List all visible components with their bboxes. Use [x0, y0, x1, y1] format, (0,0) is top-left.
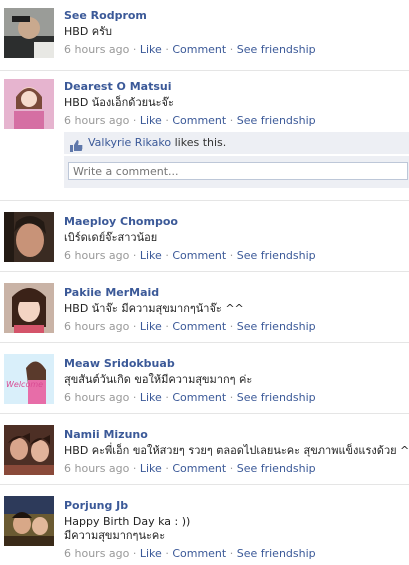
separator-dot: ·	[132, 547, 137, 560]
like-link[interactable]: Like	[140, 249, 162, 262]
see-friendship-link[interactable]: See friendship	[237, 43, 316, 56]
comment-link[interactable]: Comment	[172, 249, 226, 262]
post-author-name[interactable]: Namii Mizuno	[64, 428, 148, 441]
avatar[interactable]	[4, 8, 54, 58]
separator-dot: ·	[132, 249, 137, 262]
like-link[interactable]: Like	[140, 114, 162, 127]
comment-link[interactable]: Comment	[172, 391, 226, 404]
post-meta: 6 hours ago · Like · Comment · See frien…	[64, 43, 316, 56]
post-meta: 6 hours ago · Like · Comment · See frien…	[64, 249, 316, 262]
post-timestamp: 6 hours ago	[64, 43, 130, 56]
comment-feed: See Rodprom HBD ครับ 6 hours ago · Like …	[0, 0, 409, 564]
post-author-name[interactable]: Meaw Sridokbuab	[64, 357, 175, 370]
post-message: เบิร์ดเดย์จ๊ะสาวน้อย	[64, 231, 158, 244]
feed-post: Namii Mizuno HBD คะพี่เอ็ก ขอให้สวยๆ รวย…	[0, 413, 409, 485]
feed-post: Welcome Meaw Sridokbuab สุขสันต์วันเกิด …	[0, 342, 409, 414]
separator-dot: ·	[132, 391, 137, 404]
separator-dot: ·	[229, 391, 234, 404]
liker-name-link[interactable]: Valkyrie Rikako	[88, 136, 171, 149]
see-friendship-link[interactable]: See friendship	[237, 320, 316, 333]
post-message: HBD น้องเอ็กด้วยนะจ๊ะ	[64, 96, 174, 109]
post-timestamp: 6 hours ago	[64, 391, 130, 404]
comment-link[interactable]: Comment	[172, 320, 226, 333]
post-meta: 6 hours ago · Like · Comment · See frien…	[64, 320, 316, 333]
separator-dot: ·	[132, 43, 137, 56]
see-friendship-link[interactable]: See friendship	[237, 547, 316, 560]
avatar-welcome-text: Welcome	[6, 380, 43, 389]
see-friendship-link[interactable]: See friendship	[237, 249, 316, 262]
thumbs-up-icon	[70, 137, 83, 156]
likes-text: Valkyrie Rikako likes this.	[88, 136, 226, 149]
post-author-name[interactable]: Pakiie MerMaid	[64, 286, 159, 299]
post-timestamp: 6 hours ago	[64, 462, 130, 475]
feed-post: See Rodprom HBD ครับ 6 hours ago · Like …	[0, 0, 409, 70]
avatar[interactable]: Welcome	[4, 354, 54, 404]
separator-dot: ·	[165, 114, 169, 127]
post-timestamp: 6 hours ago	[64, 320, 130, 333]
post-message: สุขสันต์วันเกิด ขอให้มีความสุขมากๆ ค่ะ	[64, 373, 253, 386]
post-author-name[interactable]: See Rodprom	[64, 9, 147, 22]
see-friendship-link[interactable]: See friendship	[237, 391, 316, 404]
post-meta: 6 hours ago · Like · Comment · See frien…	[64, 391, 316, 404]
see-friendship-link[interactable]: See friendship	[237, 114, 316, 127]
like-link[interactable]: Like	[140, 391, 162, 404]
separator-dot: ·	[132, 462, 137, 475]
like-link[interactable]: Like	[140, 547, 162, 560]
separator-dot: ·	[229, 320, 234, 333]
separator-dot: ·	[165, 547, 169, 560]
see-friendship-link[interactable]: See friendship	[237, 462, 316, 475]
post-message: HBD คะพี่เอ็ก ขอให้สวยๆ รวยๆ ตลอดไปเลยนะ…	[64, 444, 409, 457]
post-meta: 6 hours ago · Like · Comment · See frien…	[64, 547, 316, 560]
avatar[interactable]	[4, 425, 54, 475]
post-meta: 6 hours ago · Like · Comment · See frien…	[64, 114, 316, 127]
post-author-name[interactable]: Maeploy Chompoo	[64, 215, 178, 228]
like-link[interactable]: Like	[140, 320, 162, 333]
comment-link[interactable]: Comment	[172, 462, 226, 475]
separator-dot: ·	[229, 462, 234, 475]
separator-dot: ·	[132, 114, 137, 127]
feed-post: Porjung Jb Happy Birth Day ka : )) มีควา…	[0, 484, 409, 565]
separator-dot: ·	[229, 114, 234, 127]
post-timestamp: 6 hours ago	[64, 547, 130, 560]
likes-summary: Valkyrie Rikako likes this.	[64, 132, 409, 154]
separator-dot: ·	[229, 547, 234, 560]
post-author-name[interactable]: Dearest O Matsui	[64, 80, 172, 93]
comment-link[interactable]: Comment	[172, 43, 226, 56]
likes-suffix: likes this.	[171, 136, 227, 149]
avatar[interactable]	[4, 496, 54, 546]
comment-box	[64, 156, 409, 188]
separator-dot: ·	[165, 249, 169, 262]
separator-dot: ·	[165, 320, 169, 333]
feed-post: Maeploy Chompoo เบิร์ดเดย์จ๊ะสาวน้อย 6 h…	[0, 200, 409, 272]
separator-dot: ·	[229, 249, 234, 262]
post-message: Happy Birth Day ka : ))	[64, 515, 191, 528]
avatar[interactable]	[4, 283, 54, 333]
like-link[interactable]: Like	[140, 462, 162, 475]
separator-dot: ·	[229, 43, 234, 56]
comment-link[interactable]: Comment	[172, 547, 226, 560]
avatar[interactable]	[4, 79, 54, 129]
feed-post: Pakiie MerMaid HBD น้าจ๊ะ มีความสุขมากๆน…	[0, 271, 409, 343]
separator-dot: ·	[165, 462, 169, 475]
separator-dot: ·	[165, 391, 169, 404]
avatar[interactable]	[4, 212, 54, 262]
comment-link[interactable]: Comment	[172, 114, 226, 127]
post-author-name[interactable]: Porjung Jb	[64, 499, 128, 512]
separator-dot: ·	[132, 320, 137, 333]
post-meta: 6 hours ago · Like · Comment · See frien…	[64, 462, 316, 475]
post-message-line-2: มีความสุขมากๆนะคะ	[64, 529, 166, 542]
post-message: HBD น้าจ๊ะ มีความสุขมากๆน้าจ๊ะ ^^	[64, 302, 244, 315]
separator-dot: ·	[165, 43, 169, 56]
like-link[interactable]: Like	[140, 43, 162, 56]
comment-input[interactable]	[68, 162, 408, 180]
post-message: HBD ครับ	[64, 25, 113, 38]
post-timestamp: 6 hours ago	[64, 114, 130, 127]
post-timestamp: 6 hours ago	[64, 249, 130, 262]
